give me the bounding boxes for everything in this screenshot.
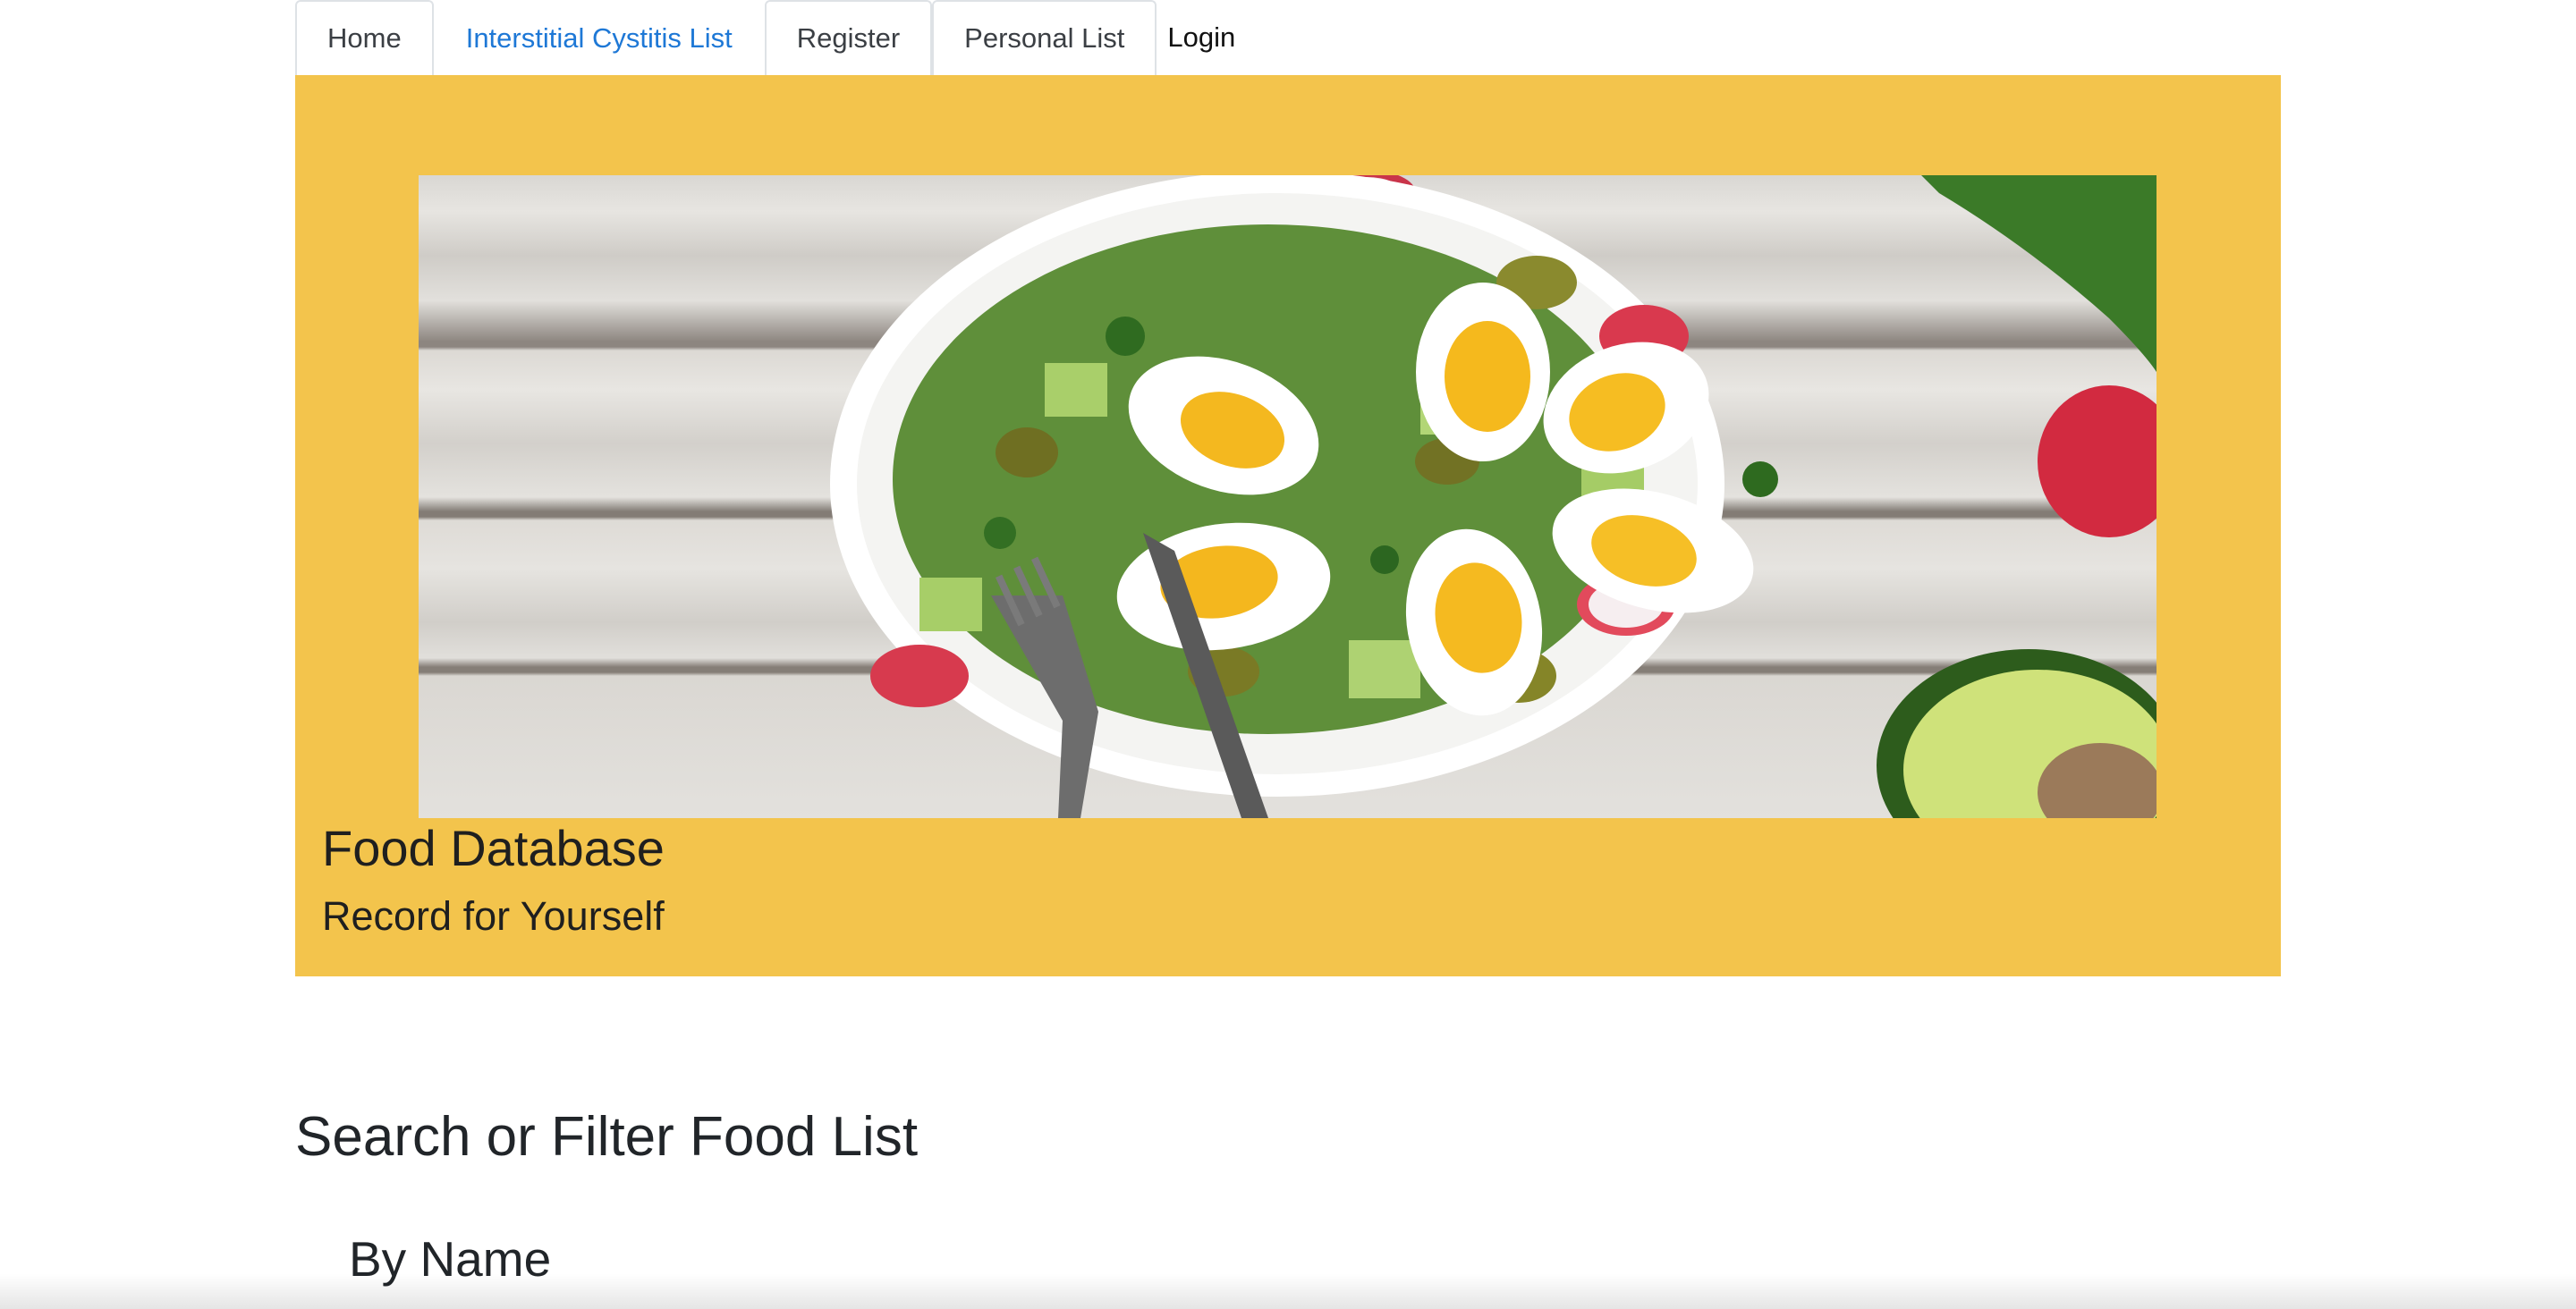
tab-login-label: Login [1167, 21, 1236, 53]
tab-personal-list-label: Personal List [964, 22, 1125, 54]
tab-interstitial-cystitis-list[interactable]: Interstitial Cystitis List [433, 0, 765, 75]
nav-tabs: Home Interstitial Cystitis List Register… [295, 0, 1247, 75]
salad-plate-illustration [830, 175, 2157, 818]
by-name-heading: By Name [349, 1231, 552, 1287]
hero-title: Food Database [322, 820, 665, 876]
hero-subtitle: Record for Yourself [322, 893, 665, 939]
tab-home-label: Home [327, 22, 402, 54]
tab-login[interactable]: Login [1157, 0, 1247, 75]
tab-personal-list[interactable]: Personal List [932, 0, 1157, 75]
tab-home[interactable]: Home [295, 0, 434, 75]
search-section-title: Search or Filter Food List [295, 1106, 919, 1168]
tab-register[interactable]: Register [764, 0, 933, 75]
hero-image [419, 175, 2157, 818]
page: Home Interstitial Cystitis List Register… [0, 0, 2576, 1309]
tab-ic-list-label: Interstitial Cystitis List [465, 22, 733, 54]
tab-register-label: Register [796, 22, 901, 54]
hero-banner: Food Database Record for Yourself [295, 75, 2281, 976]
